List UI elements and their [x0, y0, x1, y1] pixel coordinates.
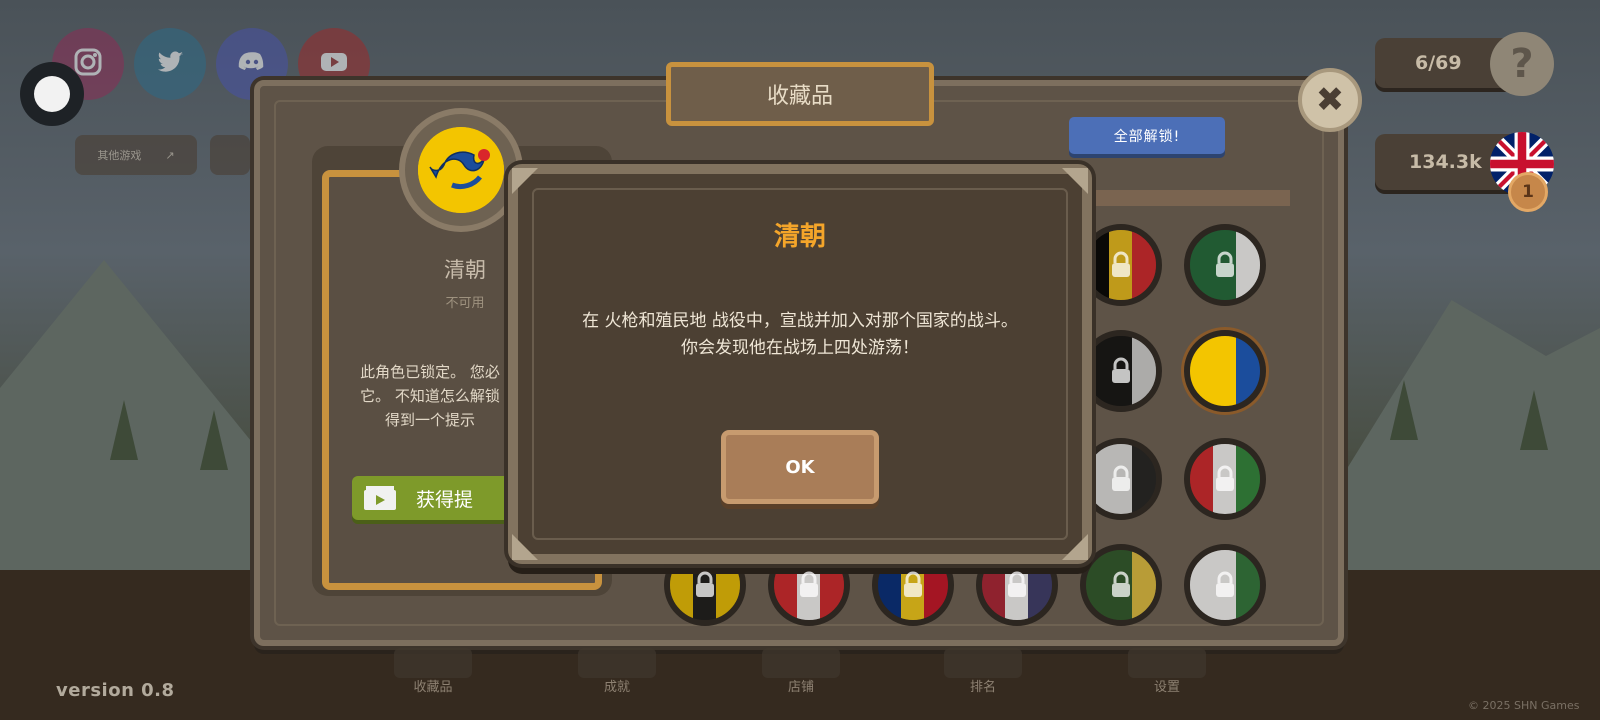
dialog-line-2: 你会发现他在战场上四处游荡！ [681, 338, 919, 358]
lock-icon [793, 569, 825, 601]
description-line-1: 此角色已锁定。 您必 [360, 363, 500, 381]
lock-icon [1105, 463, 1137, 495]
other-games-button[interactable]: 其他游戏 ↗ [75, 135, 197, 175]
get-hint-label: 获得提 [416, 488, 474, 511]
copyright-label: © 2025 SHN Games [1468, 699, 1580, 712]
external-link-icon: ↗ [165, 148, 175, 162]
nav-ranking[interactable]: 排名 [933, 676, 1033, 695]
collection-item-qing[interactable] [1184, 330, 1266, 412]
coin-amount: 134.3k [1409, 151, 1482, 173]
video-icon [364, 486, 396, 510]
lock-icon [1209, 569, 1241, 601]
nav-icon-shop [762, 648, 840, 678]
nav-icon-ranking [944, 648, 1022, 678]
twitter-icon [153, 45, 187, 83]
panel-title: 收藏品 [766, 84, 833, 109]
dragon-flag-icon [418, 127, 504, 213]
twitter-button[interactable] [134, 28, 206, 100]
discord-icon [235, 45, 269, 83]
collection-item-white[interactable] [1080, 438, 1162, 520]
get-hint-button[interactable]: 获得提 [352, 476, 522, 520]
collection-item-mixed[interactable] [1184, 438, 1266, 520]
lock-icon [1105, 249, 1137, 281]
lock-icon [897, 569, 929, 601]
lock-icon [1105, 355, 1137, 387]
other-games-label: 其他游戏 [97, 149, 142, 162]
nav-achievements[interactable]: 成就 [567, 676, 667, 695]
collection-item-white-green[interactable] [1184, 544, 1266, 626]
collection-item-green[interactable] [1184, 224, 1266, 306]
version-label: version 0.8 [56, 680, 175, 701]
panel-title-plate: 收藏品 [666, 62, 934, 126]
toggle-knob [34, 76, 70, 112]
character-description: 此角色已锁定。 您必 它。 不知道怎么解锁 得到一个提示 [340, 360, 520, 432]
lock-icon [689, 569, 721, 601]
nav-collection[interactable]: 收藏品 [383, 676, 483, 695]
mystery-icon: ? [1490, 32, 1554, 96]
nav-icon-collection [394, 648, 472, 678]
rank-number: 1 [1522, 182, 1534, 202]
close-icon: ✖ [1315, 80, 1345, 120]
description-line-2: 它。 不知道怎么解锁 [360, 387, 500, 405]
lock-icon [1209, 463, 1241, 495]
collection-item-black[interactable] [1080, 330, 1162, 412]
close-button[interactable]: ✖ [1298, 68, 1362, 132]
character-badge [405, 114, 517, 226]
dialog-title: 清朝 [773, 222, 826, 252]
nav-icon-settings [1128, 648, 1206, 678]
collection-item-dark-green[interactable] [1080, 544, 1162, 626]
rank-medal-icon: 1 [1508, 172, 1548, 212]
header-strip [1080, 190, 1290, 206]
lock-icon [1209, 249, 1241, 281]
lock-icon [1001, 569, 1033, 601]
collection-item-belgium[interactable] [1080, 224, 1162, 306]
nav-icon-achievements [578, 648, 656, 678]
nav-settings[interactable]: 设置 [1117, 676, 1217, 695]
description-line-3: 得到一个提示 [384, 411, 475, 429]
collection-count: 6/69 [1415, 52, 1462, 74]
secondary-button[interactable] [210, 135, 250, 175]
nav-shop[interactable]: 店铺 [751, 676, 851, 695]
toggle-switch[interactable] [20, 62, 84, 126]
dialog-line-1: 在 火枪和殖民地 战役中，宣战并加入对那个国家的战斗。 [582, 311, 1018, 331]
lock-icon [1105, 569, 1137, 601]
unlock-all-button[interactable]: 全部解锁! [1069, 117, 1225, 154]
ok-button[interactable]: OK [721, 430, 879, 504]
youtube-icon [317, 45, 351, 83]
dialog-message: 在 火枪和殖民地 战役中，宣战并加入对那个国家的战斗。 你会发现他在战场上四处游… [540, 308, 1060, 362]
